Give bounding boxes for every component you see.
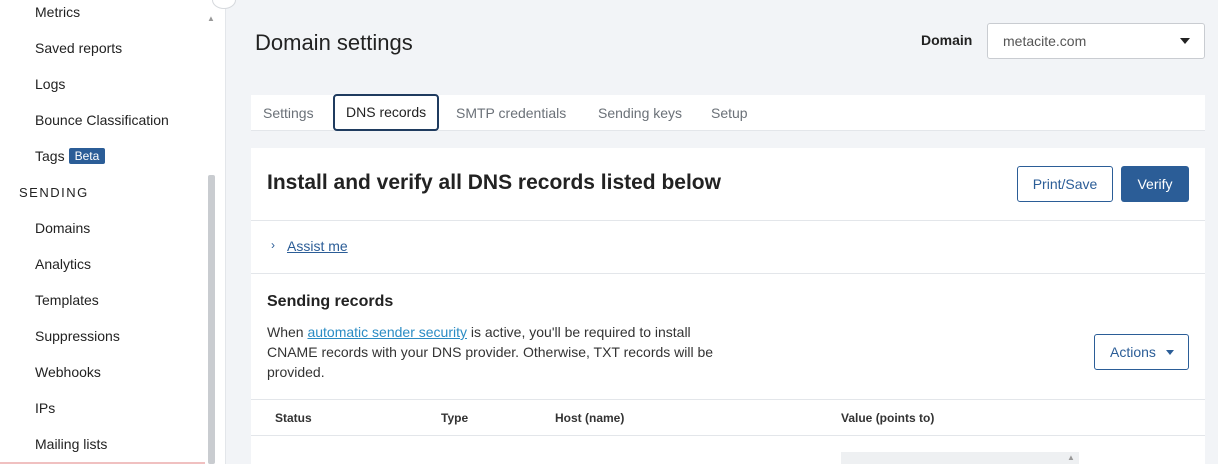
- chevron-right-icon[interactable]: ›: [271, 238, 275, 252]
- divider: [251, 220, 1205, 221]
- description-text: When: [267, 324, 308, 340]
- scroll-up-arrow-icon[interactable]: ▲: [207, 14, 215, 23]
- card-title: Install and verify all DNS records liste…: [267, 171, 721, 194]
- sidebar: Metrics ▲ Saved reports Logs Bounce Clas…: [0, 0, 226, 464]
- sidebar-item-ips[interactable]: IPs: [35, 400, 55, 416]
- print-save-button[interactable]: Print/Save: [1017, 166, 1113, 202]
- section-heading-sending: SENDING: [19, 185, 89, 200]
- sidebar-item-label: Tags: [35, 148, 65, 164]
- sidebar-item-webhooks[interactable]: Webhooks: [35, 364, 101, 380]
- sending-records-title: Sending records: [267, 293, 394, 310]
- sidebar-item-saved-reports[interactable]: Saved reports: [35, 40, 122, 56]
- tab-bar: Settings DNS records SMTP credentials Se…: [251, 94, 1205, 131]
- sending-records-description: When automatic sender security is active…: [267, 322, 727, 382]
- divider: [251, 273, 1205, 274]
- beta-badge: Beta: [68, 148, 106, 164]
- column-header-host: Host (name): [555, 411, 625, 425]
- scroll-up-arrow-icon[interactable]: ▲: [1067, 453, 1075, 462]
- column-header-type: Type: [441, 411, 469, 425]
- domain-label: Domain: [921, 32, 973, 48]
- sidebar-item-analytics[interactable]: Analytics: [35, 256, 91, 272]
- assist-me-link[interactable]: Assist me: [287, 238, 348, 254]
- automatic-sender-security-link[interactable]: automatic sender security: [307, 324, 467, 340]
- column-header-value: Value (points to): [841, 411, 935, 425]
- tab-settings[interactable]: Settings: [263, 95, 314, 131]
- sidebar-item-templates[interactable]: Templates: [35, 292, 99, 308]
- actions-label: Actions: [1110, 344, 1156, 360]
- table-header: Status Type Host (name) Value (points to…: [251, 399, 1205, 436]
- page-title: Domain settings: [255, 30, 413, 55]
- tab-sending-keys[interactable]: Sending keys: [598, 95, 682, 131]
- sidebar-item-suppressions[interactable]: Suppressions: [35, 328, 120, 344]
- tab-dns-records[interactable]: DNS records: [333, 94, 440, 131]
- sidebar-item-tags[interactable]: Tags Beta: [35, 148, 106, 164]
- verify-button[interactable]: Verify: [1121, 166, 1189, 202]
- column-header-status: Status: [275, 411, 312, 425]
- sidebar-item-bounce-classification[interactable]: Bounce Classification: [35, 112, 169, 128]
- domain-select[interactable]: metacite.com: [987, 23, 1205, 59]
- caret-down-icon: [1166, 350, 1174, 355]
- sidebar-scrollbar[interactable]: [208, 175, 215, 464]
- domain-select-value: metacite.com: [1003, 33, 1087, 49]
- chevron-down-icon: [1180, 38, 1190, 44]
- tab-smtp-credentials[interactable]: SMTP credentials: [456, 95, 566, 131]
- sidebar-item-mailing-lists[interactable]: Mailing lists: [35, 436, 107, 452]
- sidebar-item-logs[interactable]: Logs: [35, 76, 65, 92]
- sidebar-item-metrics[interactable]: Metrics: [35, 4, 80, 20]
- dns-records-card: Install and verify all DNS records liste…: [251, 148, 1205, 464]
- sidebar-item-domains[interactable]: Domains: [35, 220, 90, 236]
- tab-setup[interactable]: Setup: [711, 95, 748, 131]
- value-cell-box[interactable]: [841, 452, 1079, 464]
- actions-button[interactable]: Actions: [1094, 334, 1189, 370]
